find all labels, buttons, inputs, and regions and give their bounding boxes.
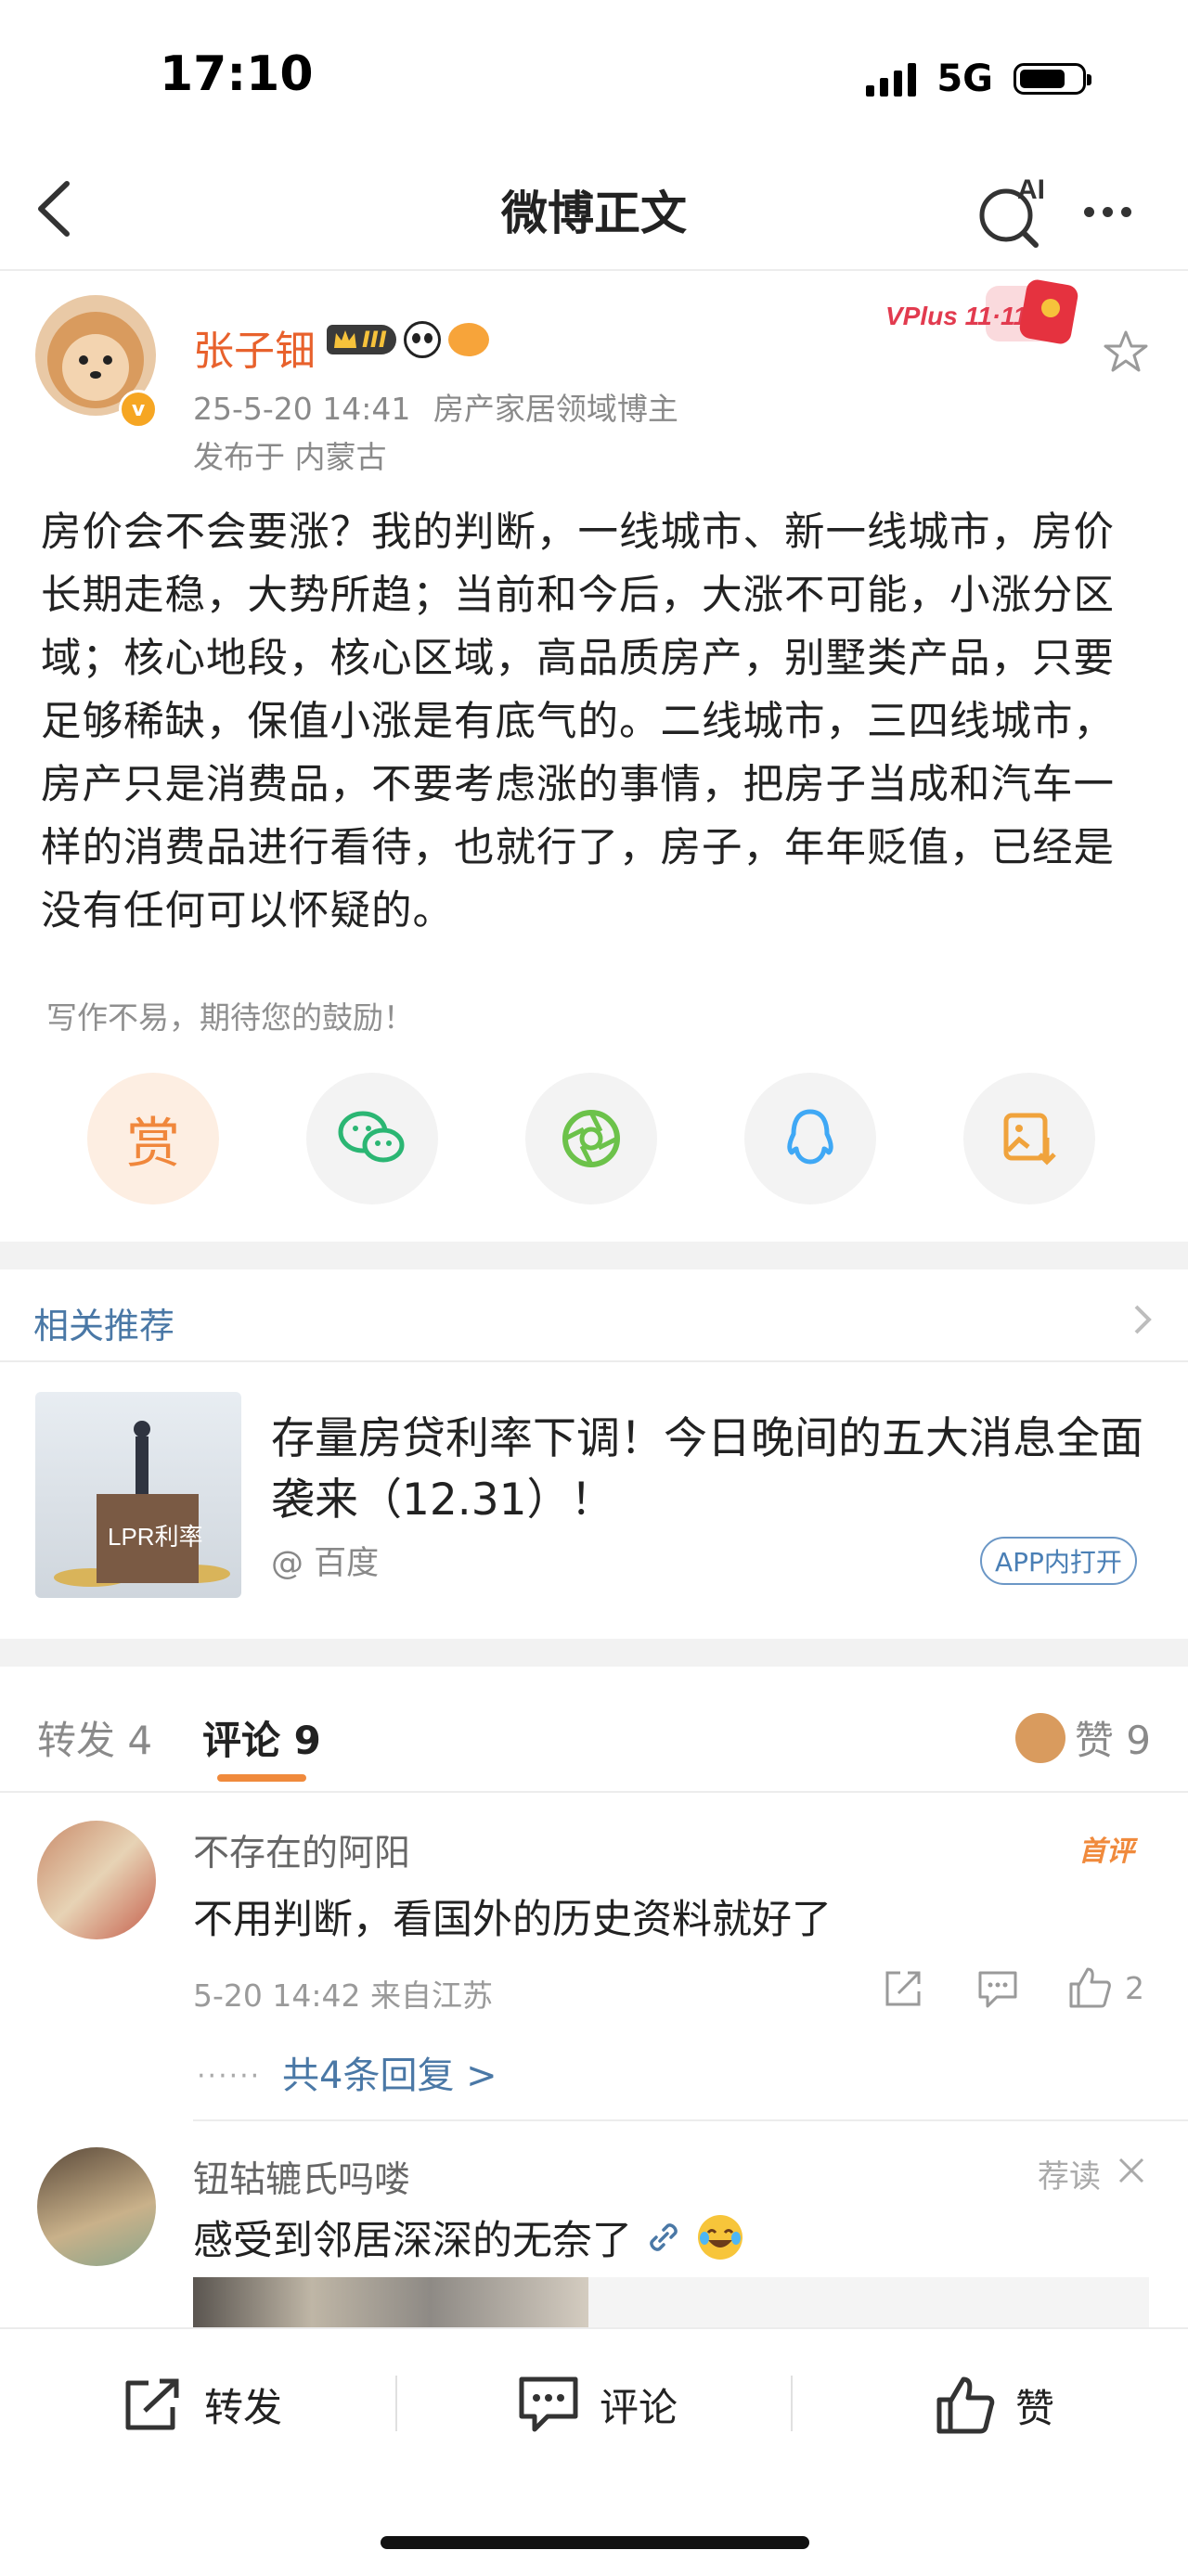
more-icon[interactable] [1084, 184, 1149, 239]
comment-avatar[interactable] [37, 2147, 156, 2266]
comment-button[interactable]: 评论 [518, 2376, 678, 2433]
repost-button[interactable]: 转发 [123, 2376, 282, 2433]
status-time: 17:10 [160, 46, 314, 102]
recommend-thumbnail[interactable]: LPR利率 [35, 1392, 241, 1598]
post-location: 发布于 内蒙古 [193, 439, 387, 475]
tab-repost[interactable]: 转发 4 [37, 1709, 152, 1766]
comment-text: 感受到邻居深深的无奈了 [193, 2218, 632, 2264]
laughing-emoji-icon [698, 2215, 742, 2260]
comment-label: 评论 [600, 2384, 678, 2430]
bottom-bar-separator [791, 2376, 793, 2431]
save-image-button[interactable] [963, 1073, 1095, 1204]
tab-underline [217, 1774, 306, 1782]
save-image-icon [1003, 1113, 1056, 1166]
network-type: 5G [936, 58, 993, 100]
tab-comment[interactable]: 评论 9 [202, 1709, 321, 1766]
open-in-app-badge[interactable]: APP内打开 [980, 1537, 1137, 1585]
crown-level-badge: III [327, 325, 396, 354]
comment-icon [519, 2376, 578, 2432]
reply-comment-icon[interactable] [976, 1969, 1019, 2010]
crown-icon [334, 330, 356, 348]
favorite-star-icon[interactable] [1103, 328, 1149, 375]
recommended-read-badge: 荐读 [1038, 2158, 1101, 2196]
liker-avatar [1014, 1712, 1065, 1763]
thumbs-up-icon [936, 2376, 995, 2434]
thumbnail-text: LPR利率 [108, 1523, 203, 1551]
view-replies-link[interactable]: 共4条回复 > [282, 2045, 497, 2099]
post-timestamp: 25-5-20 14:41 [193, 391, 411, 427]
battery-icon [1014, 63, 1091, 95]
nav-divider [0, 269, 1188, 271]
repost-label: 转发 [204, 2384, 283, 2430]
author-name[interactable]: 张子钿 [193, 317, 316, 377]
comment-author[interactable]: 不存在的阿阳 [193, 1824, 410, 1876]
wechat-share-button[interactable] [306, 1073, 438, 1204]
panda-icon [403, 321, 441, 358]
likes-label: 赞 9 [1074, 1718, 1151, 1763]
comment-avatar[interactable] [37, 1821, 156, 1939]
comment-divider [193, 2119, 1188, 2121]
recommend-card-title[interactable]: 存量房贷利率下调！今日晚间的五大消息全面袭来（12.31）！ [271, 1409, 1153, 1531]
comment-text: 不用判断，看国外的历史资料就好了 [193, 1897, 832, 1943]
ai-search-icon[interactable]: AI [976, 174, 1051, 249]
comment-image[interactable] [193, 2277, 588, 2327]
section-separator [0, 1242, 1188, 1269]
close-icon[interactable] [1116, 2155, 1147, 2186]
verified-badge-icon: v [119, 390, 158, 429]
status-icons: 5G [866, 58, 1091, 100]
section-separator [0, 1639, 1188, 1667]
share-comment-icon[interactable] [882, 1967, 924, 2010]
thumbs-up-icon [1069, 1967, 1111, 2008]
author-tag: 房产家居领域博主 [433, 391, 678, 427]
author-badges: III [327, 321, 489, 358]
wechat-icon [338, 1111, 405, 1163]
comment-image-placeholder [588, 2277, 1149, 2327]
qq-icon [787, 1109, 833, 1165]
tabs-divider [0, 1791, 1188, 1793]
vplus-text: VPlus 11·11 [885, 302, 1027, 330]
fish-icon [447, 323, 489, 356]
reward-button[interactable]: 赏 [87, 1073, 219, 1204]
comment-content: 感受到邻居深深的无奈了 [193, 2209, 745, 2266]
comment-like-count: 2 [1125, 1969, 1144, 2006]
repost-icon [125, 2378, 179, 2430]
vplus-badge[interactable]: VPlus 11·11 [884, 277, 1112, 354]
first-comment-badge: 首评 [1078, 1835, 1134, 1868]
comment-author[interactable]: 钮轱辘氏吗喽 [193, 2151, 410, 2203]
post-body-text: 房价会不会要涨？我的判断，一线城市、新一线城市，房价长期走稳，大势所趋；当前和今… [41, 509, 1115, 934]
comment-like-button[interactable]: 2 [1067, 1965, 1144, 2010]
chevron-right-icon[interactable] [1129, 1301, 1156, 1338]
level-text: III [362, 327, 387, 353]
recommend-source: @ 百度 [271, 1545, 380, 1582]
like-label: 赞 [1015, 2385, 1055, 2431]
encourage-text: 写作不易，期待您的鼓励！ [46, 999, 414, 1036]
reward-label: 赏 [125, 1112, 180, 1175]
home-indicator[interactable] [381, 2536, 809, 2549]
recommend-divider [0, 1360, 1188, 1362]
recommend-title: 相关推荐 [33, 1306, 175, 1346]
moments-icon [562, 1110, 620, 1167]
ai-label: AI [1017, 174, 1045, 205]
like-button[interactable]: 赞 [936, 2376, 1054, 2435]
signal-icon [866, 61, 917, 97]
post-meta: 25-5-20 14:41 房产家居领域博主 [193, 384, 678, 429]
comment-meta: 5-20 14:42 来自江苏 [193, 1977, 493, 2014]
link-icon[interactable] [645, 2219, 682, 2256]
moments-share-button[interactable] [525, 1073, 657, 1204]
qq-share-button[interactable] [744, 1073, 876, 1204]
likes-count[interactable]: 赞 9 [1014, 1709, 1151, 1766]
reply-dots: ······ [197, 2060, 262, 2093]
bottom-bar-separator [395, 2376, 397, 2431]
